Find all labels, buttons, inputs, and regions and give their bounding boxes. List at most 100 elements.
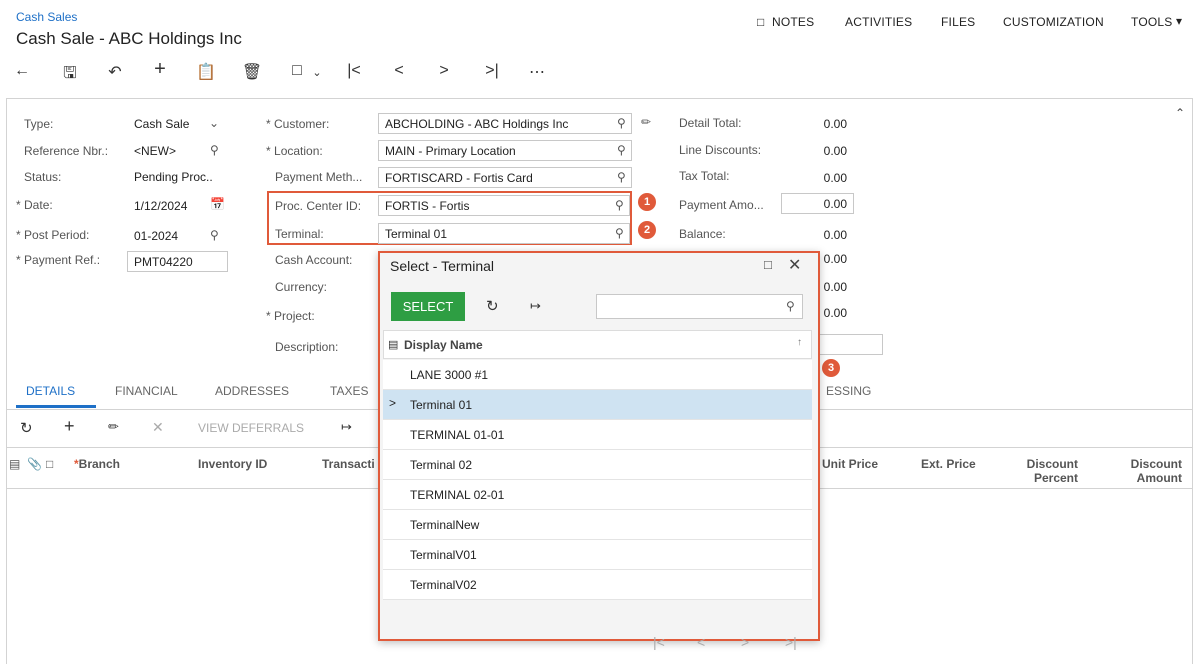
tab-processing[interactable]: ESSING (826, 384, 871, 398)
maximize-icon[interactable]: □ (764, 257, 772, 272)
last-page-icon[interactable]: >| (785, 634, 797, 650)
files-button[interactable]: FILES (941, 15, 975, 29)
callout-badge: 3 (822, 359, 840, 377)
type-select[interactable]: Cash Sale (134, 117, 189, 131)
list-item[interactable]: TerminalV02 (383, 570, 812, 600)
tab-taxes[interactable]: TAXES (330, 384, 368, 398)
add-icon[interactable]: + (149, 58, 171, 81)
grid-settings-icon[interactable]: ▤ (388, 338, 398, 351)
col-display-name[interactable]: Display Name (404, 338, 483, 352)
notes-button[interactable]: NOTES (772, 15, 814, 29)
list-item[interactable]: > Terminal 01 (383, 390, 812, 420)
project-label: * Project: (266, 309, 315, 323)
clipboard-icon[interactable]: □ (286, 62, 308, 80)
payment-ref-input[interactable]: PMT04220 (127, 251, 228, 272)
next-page-icon[interactable]: > (741, 634, 749, 650)
copy-paste-icon[interactable]: 📋 (195, 62, 217, 82)
col-unit-price[interactable]: Unit Price (822, 457, 878, 471)
breadcrumb[interactable]: Cash Sales (16, 10, 77, 24)
fit-columns-icon[interactable]: ↦ (530, 298, 541, 314)
post-period-input[interactable]: 01-2024 (134, 229, 178, 243)
search-icon[interactable]: ⚲ (615, 198, 624, 212)
dialog-search-input[interactable] (596, 294, 803, 319)
clipboard-dropdown-icon[interactable]: ⌄ (306, 66, 328, 79)
search-icon[interactable]: ⚲ (210, 143, 219, 157)
list-item[interactable]: Terminal 02 (383, 450, 812, 480)
col-branch[interactable]: *Branch (74, 457, 120, 471)
more-icon[interactable]: ⋯ (526, 62, 548, 82)
first-page-icon[interactable]: |< (653, 634, 665, 650)
view-deferrals-button[interactable]: VIEW DEFERRALS (198, 421, 304, 435)
notes-icon[interactable]: □ (757, 15, 764, 29)
amount-input[interactable] (810, 334, 883, 355)
date-input[interactable]: 1/12/2024 (134, 199, 187, 213)
list-item[interactable]: TerminalV01 (383, 540, 812, 570)
search-icon[interactable]: ⚲ (617, 170, 626, 184)
type-label: Type: (24, 117, 54, 131)
row-selector-icon: > (389, 396, 397, 410)
edit-icon[interactable]: ✏ (641, 115, 651, 129)
note-icon[interactable]: □ (46, 457, 53, 471)
tab-addresses[interactable]: ADDRESSES (215, 384, 289, 398)
prev-page-icon[interactable]: < (697, 634, 705, 650)
status-value: Pending Proc.. (134, 170, 213, 184)
prev-record-icon[interactable]: < (388, 62, 410, 80)
list-item[interactable]: TERMINAL 02-01 (383, 480, 812, 510)
tab-details[interactable]: DETAILS (26, 384, 75, 398)
payment-method-label: Payment Meth... (275, 170, 363, 184)
refresh-icon[interactable]: ↻ (20, 419, 33, 437)
customer-input[interactable]: ABCHOLDING - ABC Holdings Inc (378, 113, 632, 134)
terminal-input[interactable]: Terminal 01 (378, 223, 630, 244)
search-icon[interactable]: ⚲ (786, 299, 795, 313)
close-icon[interactable]: ✕ (788, 255, 801, 275)
search-icon[interactable]: ⚲ (617, 116, 626, 130)
payment-amount-input[interactable]: 0.00 (781, 193, 854, 214)
col-transaction[interactable]: Transacti (322, 457, 375, 471)
col-discount-percent[interactable]: Discount Percent (1000, 457, 1078, 485)
caret-down-icon[interactable]: ▾ (1176, 14, 1182, 28)
add-row-icon[interactable]: + (64, 416, 75, 437)
attachment-icon[interactable]: 📎 (27, 457, 42, 471)
col-discount-amount[interactable]: Discount Amount (1100, 457, 1182, 485)
delete-icon[interactable]: 🗑 (241, 62, 263, 82)
chevron-down-icon[interactable]: ⌄ (209, 116, 219, 130)
calendar-icon[interactable]: 📅 (210, 197, 225, 211)
save-icon[interactable]: 🖫 (59, 62, 81, 89)
first-record-icon[interactable]: |< (343, 62, 365, 80)
collapse-icon[interactable]: ⌃ (1175, 106, 1185, 120)
delete-row-icon[interactable]: ✕ (152, 419, 164, 436)
back-icon[interactable]: ← (11, 62, 33, 80)
callout-badge: 2 (638, 221, 656, 239)
next-record-icon[interactable]: > (433, 62, 455, 80)
tools-button[interactable]: TOOLS (1131, 15, 1172, 29)
list-item[interactable]: TERMINAL 01-01 (383, 420, 812, 450)
edit-icon[interactable]: ✏ (108, 419, 119, 435)
col-ext-price[interactable]: Ext. Price (921, 457, 976, 471)
select-button[interactable]: SELECT (391, 292, 465, 321)
detail-total-label: Detail Total: (679, 116, 742, 130)
balance-value: 0.00 (823, 228, 847, 242)
reference-input[interactable]: <NEW> (134, 144, 176, 158)
proc-center-input[interactable]: FORTIS - Fortis (378, 195, 630, 216)
balance-label: Balance: (679, 227, 726, 241)
page-title: Cash Sale - ABC Holdings Inc (16, 29, 242, 48)
tab-financial[interactable]: FINANCIAL (115, 384, 178, 398)
search-icon[interactable]: ⚲ (615, 226, 624, 240)
list-item[interactable]: LANE 3000 #1 (383, 360, 812, 390)
grid-settings-icon[interactable]: ▤ (9, 457, 20, 471)
payment-method-input[interactable]: FORTISCARD - Fortis Card (378, 167, 632, 188)
line-discounts-label: Line Discounts: (679, 143, 762, 157)
undo-icon[interactable]: ↶ (104, 62, 126, 82)
refresh-icon[interactable]: ↻ (486, 297, 499, 315)
activities-button[interactable]: ACTIVITIES (845, 15, 912, 29)
list-item[interactable]: TerminalNew (383, 510, 812, 540)
location-input[interactable]: MAIN - Primary Location (378, 140, 632, 161)
currency-label: Currency: (275, 280, 328, 294)
col-inventory[interactable]: Inventory ID (198, 457, 267, 471)
last-record-icon[interactable]: >| (481, 62, 503, 80)
customization-button[interactable]: CUSTOMIZATION (1003, 15, 1104, 29)
search-icon[interactable]: ⚲ (210, 228, 219, 242)
fit-columns-icon[interactable]: ↦ (341, 419, 352, 435)
search-icon[interactable]: ⚲ (617, 143, 626, 157)
sort-asc-icon[interactable]: ↑ (797, 337, 802, 348)
